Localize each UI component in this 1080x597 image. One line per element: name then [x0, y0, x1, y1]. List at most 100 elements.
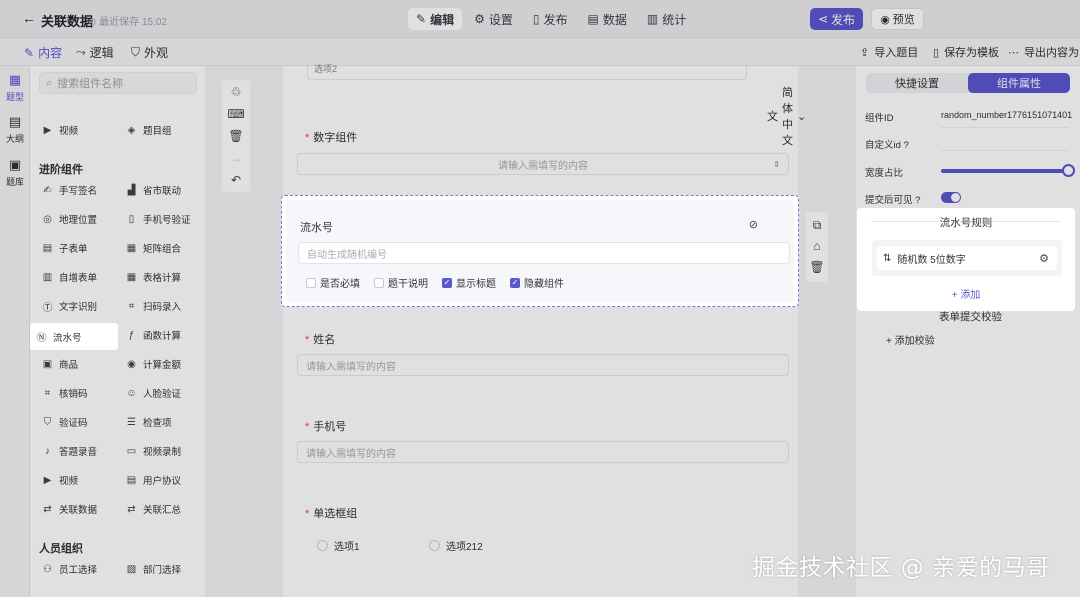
required-mark: * [305, 421, 310, 433]
subtab-content[interactable]: ✎ 内容 [24, 44, 62, 61]
subform-icon: ▤ [42, 242, 53, 254]
component-item[interactable]: ⌗ 核销码 [36, 381, 116, 405]
radio-option[interactable]: 选项212 [429, 538, 483, 553]
component-item[interactable]: ▤ 子表单 [36, 236, 116, 260]
video-record-icon: ▭ [126, 445, 137, 457]
component-item[interactable]: ▦ 矩阵组合 [120, 236, 200, 260]
drag-handle-icon[interactable]: ⇅ [883, 253, 891, 264]
tab-quick-settings[interactable]: 快捷设置 [866, 73, 968, 93]
option-show-title[interactable]: ✓ 显示标题 [442, 275, 496, 290]
keyboard-icon[interactable]: ⌨ [222, 107, 250, 121]
trash-icon[interactable]: 🗑 [222, 129, 250, 143]
tab-settings[interactable]: ⚙ 设置 [466, 8, 521, 30]
number-input[interactable]: 请输入需填写的内容 ⇕ [297, 153, 789, 175]
subtab-appearance[interactable]: ⛉ 外观 [131, 44, 168, 61]
stepper-icon[interactable]: ⇕ [773, 160, 780, 169]
field-label: * 姓名 [305, 334, 336, 346]
add-rule-button[interactable]: + 添加 [857, 286, 1075, 301]
table-add-icon: ▥ [42, 271, 53, 283]
slider-handle[interactable] [1062, 164, 1075, 177]
radio-option[interactable]: 选项1 [317, 538, 360, 553]
arrow-left-icon[interactable]: ← [22, 10, 36, 26]
component-item[interactable]: ⇄ 关联汇总 [120, 497, 200, 521]
serial-number-input[interactable]: 自动生成随机编号 [298, 242, 790, 264]
component-item[interactable]: ▦ 表格计算 [120, 265, 200, 289]
gear-icon[interactable]: ⚙ [1039, 252, 1049, 265]
left-rail: ▦ 题型 ▤ 大纲 ▣ 题库 [0, 66, 30, 597]
component-item[interactable]: ⌗ 扫码录入 [120, 294, 200, 318]
translate-icon: 文 [767, 111, 778, 123]
component-item[interactable]: ◎ 地理位置 [36, 207, 116, 231]
component-item[interactable]: ▶ 视频 [36, 118, 116, 142]
export-button[interactable]: ⋯ 导出内容为 [1008, 44, 1079, 60]
ocr-icon: Ⓣ [42, 302, 53, 314]
component-item[interactable]: ⇄ 关联数据 [36, 497, 116, 521]
component-item[interactable]: ☰ 检查项 [120, 410, 200, 434]
properties-tabs: 快捷设置 组件属性 [866, 73, 1070, 93]
rail-item-outline[interactable]: ▤ 大纲 [0, 114, 30, 145]
tab-stats[interactable]: ▥ 统计 [639, 8, 694, 30]
rail-item-types[interactable]: ▦ 题型 [0, 72, 30, 103]
component-item[interactable]: ▯ 手机号验证 [120, 207, 200, 231]
component-item[interactable]: ƒ 函数计算 [120, 323, 200, 347]
save-template-button[interactable]: ▯ 保存为模板 [933, 44, 999, 60]
component-item[interactable]: ▭ 视频录制 [120, 439, 200, 463]
user-icon: ⚇ [43, 563, 52, 575]
function-icon: ƒ [128, 329, 135, 341]
width-slider[interactable] [941, 164, 1075, 177]
matrix-icon: ▦ [126, 242, 137, 254]
component-item[interactable]: ▶ 视频 [36, 468, 116, 492]
language-select[interactable]: 文简体中文 ⌄ [767, 84, 806, 148]
option-description[interactable]: 题干说明 [374, 275, 428, 290]
component-item[interactable]: Ⓣ 文字识别 [36, 294, 116, 318]
redo-icon[interactable]: → [222, 151, 250, 165]
play-icon: ▶ [43, 124, 52, 136]
divider [941, 127, 1069, 128]
name-input[interactable]: 请输入需填写的内容 [297, 354, 789, 376]
option-hide-component[interactable]: ✓ 隐藏组件 [510, 275, 564, 290]
rule-item-row[interactable]: ⇅ 随机数 5位数字 ⚙ [877, 246, 1057, 270]
trash-icon[interactable]: 🗑 [806, 260, 828, 274]
phone-input[interactable]: 请输入需填写的内容 [297, 441, 789, 463]
rail-item-library[interactable]: ▣ 题库 [0, 157, 30, 188]
visible-toggle[interactable] [941, 192, 961, 203]
rule-item: ⇅ 随机数 5位数字 ⚙ [872, 240, 1062, 276]
preview-button[interactable]: ◉ 预览 [871, 8, 924, 30]
component-item[interactable]: ⚇ 员工选择 [36, 557, 116, 581]
component-item[interactable]: ▟ 省市联动 [120, 178, 200, 202]
import-button[interactable]: ⇪ 导入题目 [860, 44, 918, 60]
eye-off-icon[interactable]: ⊘ [749, 218, 758, 231]
component-item[interactable]: ▣ 商品 [36, 352, 116, 376]
tab-data[interactable]: ▤ 数据 [579, 8, 634, 30]
component-item[interactable]: ▥ 自增表单 [36, 265, 116, 289]
form-canvas: 选项2 文简体中文 ⌄ * 数字组件 请输入需填写的内容 ⇕ * 姓名 请输入需填写的内… [283, 62, 806, 597]
eye-icon: ◉ [880, 13, 890, 26]
component-item[interactable]: ♪ 答题录音 [36, 439, 116, 463]
serial-number-field-card[interactable]: 流水号 ⊘ 自动生成随机编号 是否必填 题干说明 ✓ 显示标题 ✓ 隐藏组件 [281, 195, 799, 307]
copy-icon[interactable]: ⧉ [806, 218, 828, 233]
tag-icon[interactable]: ⌂ [806, 239, 828, 253]
tab-edit[interactable]: ✎ 编辑 [408, 8, 463, 30]
component-item[interactable]: ▤ 用户协议 [120, 468, 200, 492]
publish-button[interactable]: ⋖ 发布 [810, 8, 863, 30]
subtab-logic[interactable]: ⤳ 逻辑 [76, 44, 114, 61]
option-required[interactable]: 是否必填 [306, 275, 360, 290]
component-item[interactable]: ✍ 手写签名 [36, 178, 116, 202]
component-item[interactable]: ☺ 人脸验证 [120, 381, 200, 405]
qr-icon: ⌗ [44, 387, 51, 399]
recycle-icon[interactable]: ♲ [222, 85, 250, 99]
tab-component-props[interactable]: 组件属性 [968, 73, 1070, 93]
tab-publish[interactable]: ▯ 发布 [525, 8, 576, 30]
component-item[interactable]: ⛉ 验证码 [36, 410, 116, 434]
dept-icon: ▧ [126, 563, 137, 575]
custom-id-input[interactable] [941, 150, 1069, 151]
component-item[interactable]: ◈ 题目组 [120, 118, 200, 142]
component-item[interactable]: ◉ 计算金额 [120, 352, 200, 376]
add-check-button[interactable]: + 添加校验 [886, 332, 935, 347]
search-input[interactable]: ⌕ 搜索组件名称 [39, 72, 197, 94]
custom-id-label: 自定义id ? [865, 140, 909, 151]
undo-icon[interactable]: ↶ [222, 173, 250, 187]
serial-number-icon: Ⓝ [36, 333, 47, 344]
component-item[interactable]: ▧ 部门选择 [120, 557, 200, 581]
component-item-serial-number[interactable]: Ⓝ 流水号 [30, 323, 118, 350]
